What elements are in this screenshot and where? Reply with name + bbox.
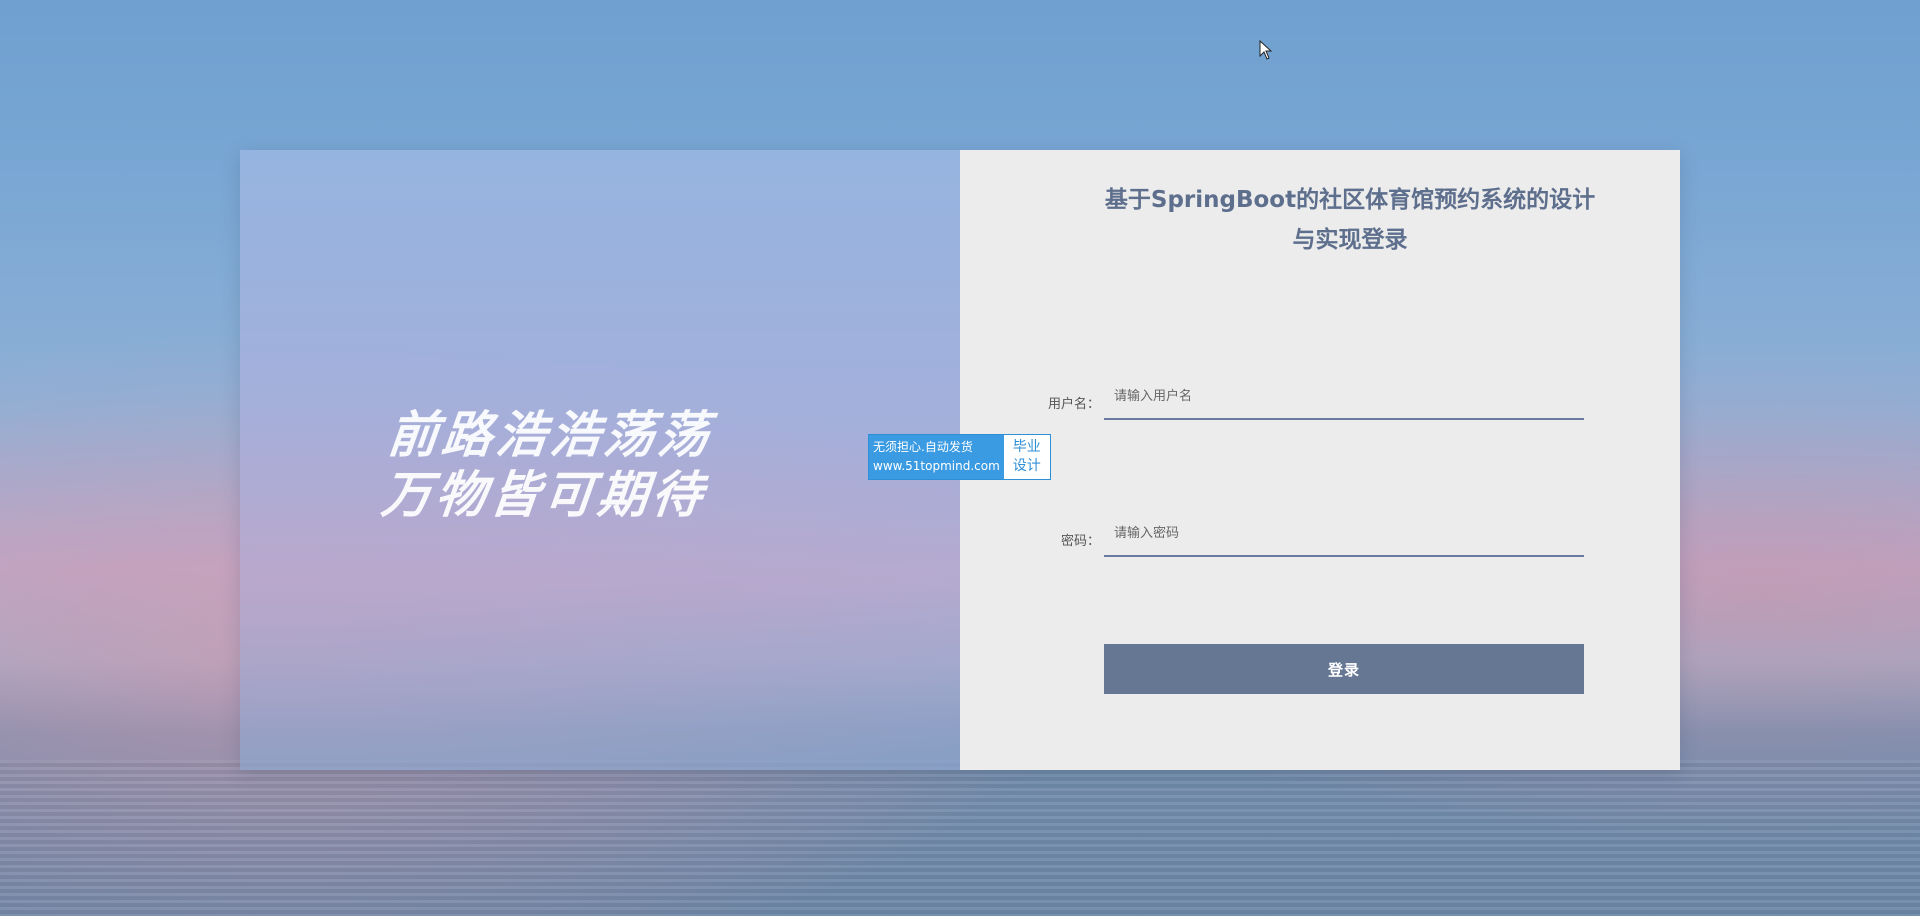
slogan: 前路浩浩荡荡 万物皆可期待 <box>379 405 716 525</box>
watermark-side: 毕业设计 <box>1012 439 1041 474</box>
login-button[interactable]: 登录 <box>1104 644 1584 694</box>
watermark-badge: 无须担心.自动发货 www.51topmind.com 毕业设计 <box>868 434 1051 480</box>
slogan-line-2: 万物皆可期待 <box>378 466 709 524</box>
slogan-panel: 前路浩浩荡荡 万物皆可期待 <box>240 150 960 770</box>
username-input[interactable] <box>1104 375 1584 420</box>
password-label: 密码： <box>1060 534 1100 549</box>
username-row: 用户名： <box>1020 375 1620 425</box>
login-form-panel: 基于SpringBoot的社区体育馆预约系统的设计与实现登录 用户名： 密码： … <box>960 150 1680 770</box>
background-water <box>0 760 1920 916</box>
username-label: 用户名： <box>1047 397 1100 412</box>
watermark-line-1: 无须担心.自动发货 <box>873 440 973 454</box>
watermark-main: 无须担心.自动发货 www.51topmind.com <box>869 435 1004 479</box>
password-row: 密码： <box>1020 512 1620 562</box>
watermark-line-2: www.51topmind.com <box>873 459 1000 473</box>
page-title: 基于SpringBoot的社区体育馆预约系统的设计与实现登录 <box>1104 187 1596 253</box>
mouse-cursor-icon <box>1259 40 1273 60</box>
password-input[interactable] <box>1104 512 1584 557</box>
slogan-line-1: 前路浩浩荡荡 <box>385 406 716 464</box>
